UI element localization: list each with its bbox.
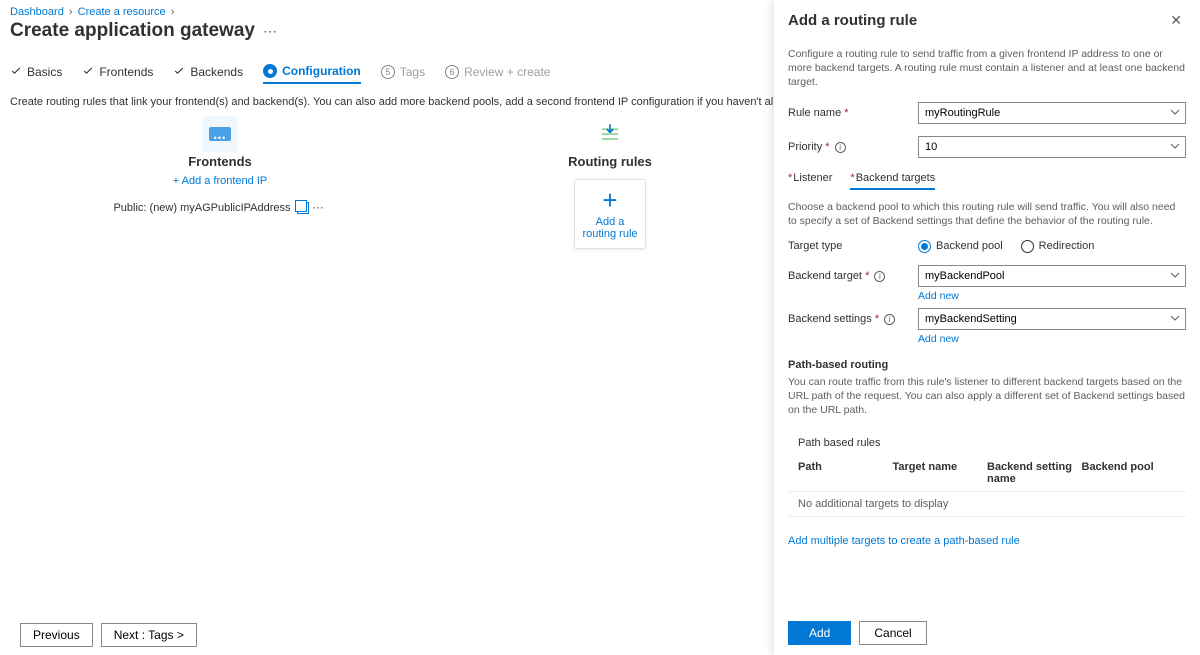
breadcrumb-separator: › [171, 6, 175, 18]
panel-title: Add a routing rule [788, 12, 917, 29]
step-number-icon: 6 [445, 65, 459, 79]
radio-icon [1021, 240, 1034, 253]
backend-target-label: Backend target [788, 270, 862, 282]
radio-icon [918, 240, 931, 253]
page-title: Create application gateway [10, 20, 255, 42]
path-based-routing-description: You can route traffic from this rule's l… [788, 375, 1186, 418]
tab-label: Backends [190, 65, 243, 79]
path-based-rules-table: Path based rules Path Target name Backen… [788, 437, 1186, 517]
section-title: Routing rules [490, 154, 730, 169]
col-backend-setting-name: Backend setting name [987, 461, 1082, 485]
panel-description: Configure a routing rule to send traffic… [788, 47, 1186, 90]
frontends-icon [202, 116, 238, 152]
active-dot-icon [263, 64, 277, 78]
tab-review-create[interactable]: 6 Review + create [445, 65, 550, 83]
tab-configuration[interactable]: Configuration [263, 64, 361, 84]
backend-settings-select[interactable] [918, 308, 1186, 330]
tab-label: Listener [793, 172, 832, 184]
target-type-backend-pool-radio[interactable]: Backend pool [918, 240, 1003, 253]
tab-frontends[interactable]: Frontends [82, 65, 153, 84]
add-routing-rule-panel: Add a routing rule ✕ Configure a routing… [774, 0, 1200, 655]
check-icon [173, 65, 185, 80]
plus-icon: + [579, 190, 641, 210]
routing-rules-icon [592, 116, 628, 152]
add-button[interactable]: Add [788, 621, 851, 645]
breadcrumb-separator: › [69, 6, 73, 18]
backend-target-select[interactable] [918, 265, 1186, 287]
col-backend-pool: Backend pool [1082, 461, 1177, 485]
add-new-backend-target-link[interactable]: Add new [918, 290, 959, 302]
target-type-redirection-radio[interactable]: Redirection [1021, 240, 1095, 253]
priority-label: Priority [788, 141, 822, 153]
panel-tab-backend-targets[interactable]: *Backend targets [850, 172, 935, 190]
check-icon [10, 65, 22, 80]
add-multiple-targets-link[interactable]: Add multiple targets to create a path-ba… [788, 535, 1020, 547]
next-button[interactable]: Next : Tags > [101, 623, 197, 647]
frontend-ip-label: Public: (new) myAGPublicIPAddress [113, 202, 290, 214]
info-icon[interactable]: i [835, 142, 846, 153]
step-number-icon: 5 [381, 65, 395, 79]
close-icon[interactable]: ✕ [1166, 8, 1186, 33]
title-more-menu[interactable]: ⋯ [263, 23, 277, 40]
add-card-label: Add a routing rule [579, 216, 641, 240]
breadcrumb-link-create-resource[interactable]: Create a resource [78, 6, 166, 18]
copy-icon[interactable] [297, 202, 309, 214]
tab-tags[interactable]: 5 Tags [381, 65, 425, 83]
backend-settings-label: Backend settings [788, 313, 872, 325]
add-routing-rule-card[interactable]: + Add a routing rule [574, 179, 646, 249]
radio-label: Backend pool [936, 240, 1003, 252]
tab-label: Backend targets [856, 172, 936, 184]
tab-label: Tags [400, 65, 425, 79]
section-title: Frontends [100, 154, 340, 169]
routing-rules-section: Routing rules + Add a routing rule [490, 116, 730, 249]
priority-input[interactable] [918, 136, 1186, 158]
more-actions-icon[interactable]: ⋯ [311, 201, 327, 214]
rule-name-input[interactable] [918, 102, 1186, 124]
panel-tab-listener[interactable]: *Listener [788, 172, 832, 190]
add-frontend-ip-link[interactable]: + Add a frontend IP [173, 175, 268, 187]
tab-label: Basics [27, 65, 62, 79]
path-table-empty-message: No additional targets to display [798, 498, 1176, 510]
add-new-backend-settings-link[interactable]: Add new [918, 333, 959, 345]
tab-label: Review + create [464, 65, 550, 79]
info-icon[interactable]: i [874, 271, 885, 282]
path-table-title: Path based rules [788, 437, 1186, 455]
path-based-routing-heading: Path-based routing [788, 359, 1186, 371]
breadcrumb-link-dashboard[interactable]: Dashboard [10, 6, 64, 18]
tab-basics[interactable]: Basics [10, 65, 62, 84]
cancel-button[interactable]: Cancel [859, 621, 926, 645]
check-icon [82, 65, 94, 80]
tab-backends[interactable]: Backends [173, 65, 243, 84]
col-target-name: Target name [893, 461, 988, 485]
target-type-label: Target type [788, 240, 842, 252]
tab-label: Configuration [282, 64, 361, 78]
radio-label: Redirection [1039, 240, 1095, 252]
info-icon[interactable]: i [884, 314, 895, 325]
frontends-section: Frontends + Add a frontend IP Public: (n… [100, 116, 340, 214]
rule-name-label: Rule name [788, 107, 841, 119]
backend-tab-description: Choose a backend pool to which this rout… [788, 200, 1186, 228]
col-path: Path [798, 461, 893, 485]
previous-button[interactable]: Previous [20, 623, 93, 647]
tab-label: Frontends [99, 65, 153, 79]
